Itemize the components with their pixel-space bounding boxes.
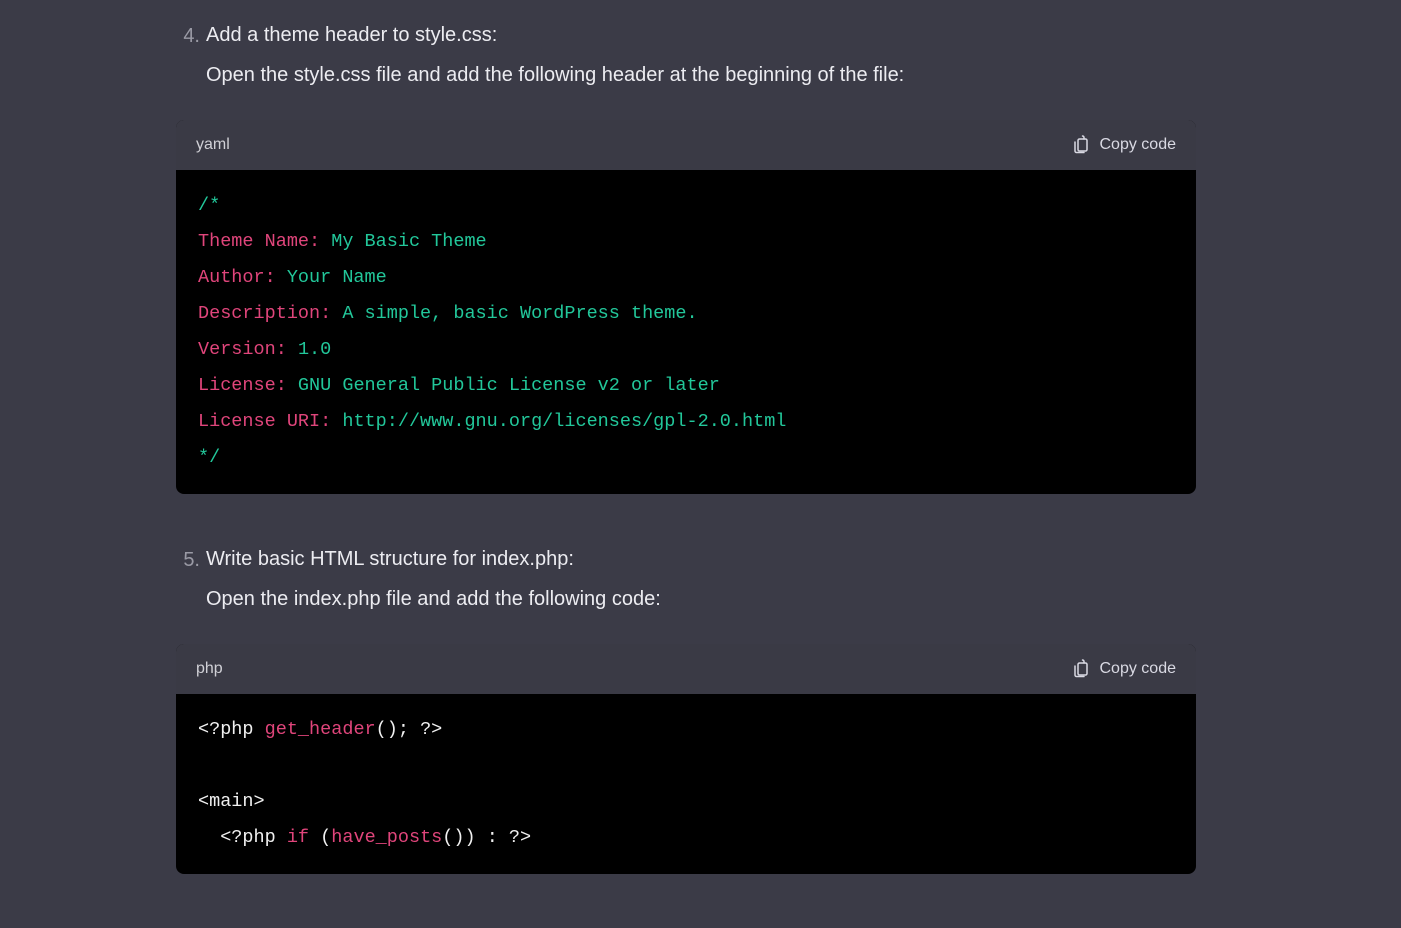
code-token: My Basic Theme [320,231,487,252]
step-number: 5. [176,544,200,614]
code-token: (); ?> [376,719,443,740]
code-token: have_posts [331,827,442,848]
code-token: Version: [198,339,287,360]
step-title: Add a theme header to style.css: [206,20,1196,50]
step-4: 4. Add a theme header to style.css: Open… [176,20,1196,90]
code-token: <?php [198,827,287,848]
code-token: License: [198,375,287,396]
code-token: http://www.gnu.org/licenses/gpl-2.0.html [331,411,786,432]
copy-code-label: Copy code [1100,656,1177,682]
copy-code-label: Copy code [1100,132,1177,158]
step-body: Add a theme header to style.css: Open th… [206,20,1196,90]
code-content[interactable]: <?php get_header(); ?> <main> <?php if (… [176,694,1196,874]
code-header: yaml Copy code [176,120,1196,170]
code-token: <?php [198,719,265,740]
step-body: Write basic HTML structure for index.php… [206,544,1196,614]
code-header: php Copy code [176,644,1196,694]
copy-code-button[interactable]: Copy code [1072,132,1177,158]
code-token: Theme Name: [198,231,320,252]
step-description: Open the index.php file and add the foll… [206,584,1196,614]
code-block-yaml: yaml Copy code /* Theme Name: My Basic T… [176,120,1196,494]
code-token: A simple, basic WordPress theme. [331,303,697,324]
step-description: Open the style.css file and add the foll… [206,60,1196,90]
article-content: 4. Add a theme header to style.css: Open… [176,20,1196,874]
copy-code-button[interactable]: Copy code [1072,656,1177,682]
code-content[interactable]: /* Theme Name: My Basic Theme Author: Yo… [176,170,1196,495]
code-token: <main> [198,791,265,812]
clipboard-icon [1072,135,1090,155]
clipboard-icon [1072,659,1090,679]
code-token: ()) : ?> [442,827,531,848]
step-number: 4. [176,20,200,90]
code-token [287,339,298,360]
code-token: get_header [265,719,376,740]
code-token: */ [198,447,220,468]
code-token: /* [198,195,220,216]
code-token: if [287,827,309,848]
code-language-label: php [196,656,223,682]
step-title: Write basic HTML structure for index.php… [206,544,1196,574]
code-token: Description: [198,303,331,324]
code-language-label: yaml [196,132,230,158]
code-token: ( [309,827,331,848]
code-token: 1.0 [298,339,331,360]
code-token: GNU General Public License v2 or later [287,375,720,396]
code-token: Author: [198,267,276,288]
step-5: 5. Write basic HTML structure for index.… [176,544,1196,614]
code-block-php: php Copy code <?php get_header(); ?> <ma… [176,644,1196,874]
code-token: Your Name [276,267,387,288]
code-token: License URI: [198,411,331,432]
